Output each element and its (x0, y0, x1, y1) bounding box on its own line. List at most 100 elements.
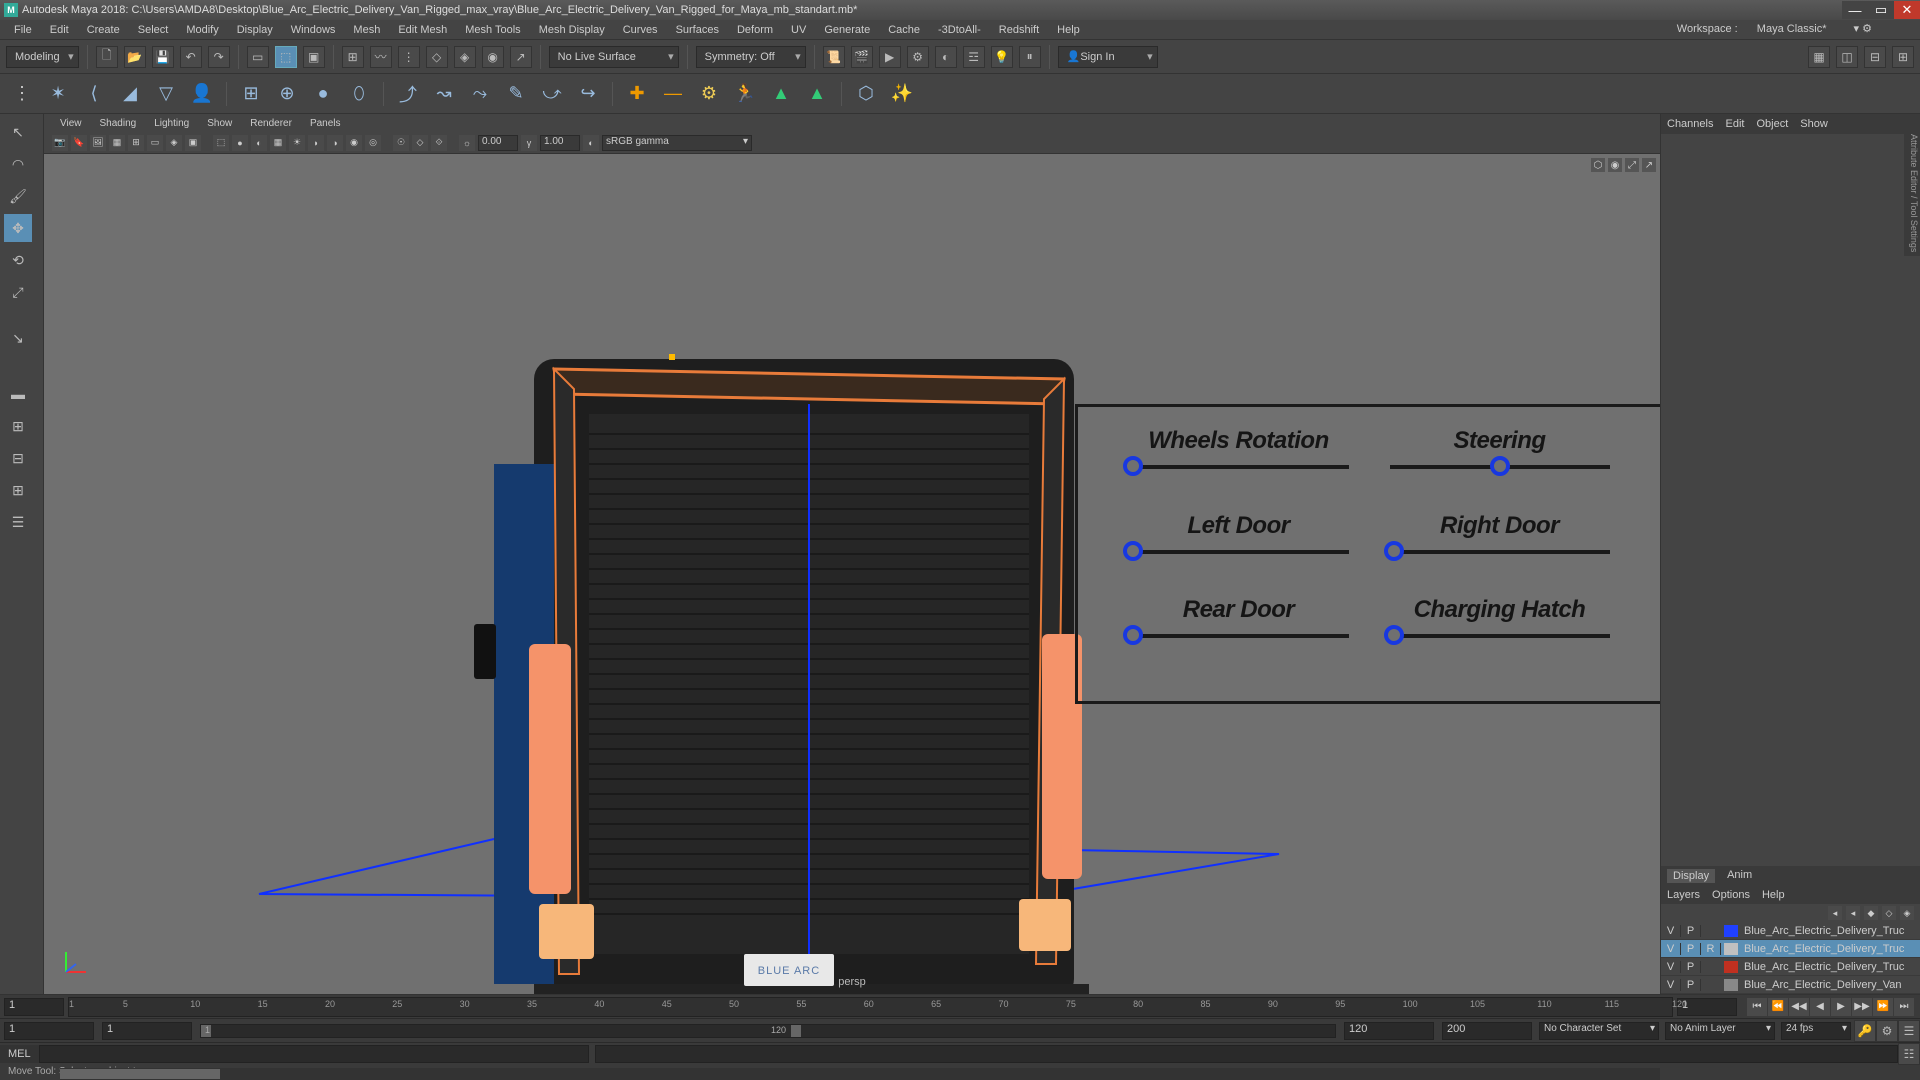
cylinder-icon[interactable]: ⬯ (345, 80, 373, 108)
vp-grid-icon[interactable]: ⊞ (128, 135, 144, 151)
layer-down-icon[interactable]: ◂ (1846, 906, 1860, 920)
vp-exposure-icon[interactable]: ☼ (459, 135, 475, 151)
range-track[interactable]: 1 120 (200, 1024, 1336, 1038)
snap-center-icon[interactable]: ◉ (482, 46, 504, 68)
step-back-key-icon[interactable]: ⏪ (1768, 998, 1788, 1016)
ctrl-steering-slider[interactable] (1390, 465, 1610, 469)
sculpt-1-icon[interactable]: ✚ (623, 80, 651, 108)
layer-row[interactable]: VPRBlue_Arc_Electric_Delivery_Truc (1661, 940, 1920, 958)
vp-shade-light-icon[interactable]: ☀ (289, 135, 305, 151)
render-settings-icon[interactable]: ⚙ (907, 46, 929, 68)
move-tool-icon[interactable]: ✥ (4, 214, 32, 242)
signin-dropdown[interactable]: 👤 Sign In (1058, 46, 1158, 68)
history-icon[interactable]: 📜 (823, 46, 845, 68)
curve-1-icon[interactable]: ⤴ (394, 80, 422, 108)
snap-point-icon[interactable]: ⋮ (398, 46, 420, 68)
vp-color-icon[interactable]: ◐ (583, 135, 599, 151)
close-button[interactable]: ✕ (1894, 1, 1920, 19)
vp-shade-flat-icon[interactable]: ◐ (251, 135, 267, 151)
menu-curves[interactable]: Curves (615, 22, 666, 38)
layer-row[interactable]: VPBlue_Arc_Electric_Delivery_Truc (1661, 958, 1920, 976)
cb-show[interactable]: Show (1800, 118, 1828, 130)
menu-meshdisplay[interactable]: Mesh Display (531, 22, 613, 38)
tool-b-icon[interactable]: ✨ (888, 80, 916, 108)
paint-select-icon[interactable]: 🖌 (4, 182, 32, 210)
symmetry-dropdown[interactable]: Symmetry: Off (696, 46, 806, 68)
autokey-icon[interactable]: 🔑 (1854, 1020, 1876, 1042)
vp-corner-1-icon[interactable]: ⬡ (1591, 158, 1605, 172)
save-scene-icon[interactable]: 💾 (152, 46, 174, 68)
layer-tab-anim[interactable]: Anim (1727, 869, 1752, 883)
layout-four-icon[interactable]: ⊞ (4, 412, 32, 440)
snap-live-icon[interactable]: ◈ (454, 46, 476, 68)
curve-2-icon[interactable]: ↝ (430, 80, 458, 108)
step-fwd-key-icon[interactable]: ⏩ (1873, 998, 1893, 1016)
scale-tool-icon[interactable]: ⤢ (4, 278, 32, 306)
range-start-input[interactable]: 1 (4, 1022, 94, 1040)
vp-xray-icon[interactable]: ◇ (412, 135, 428, 151)
vp-isolate-icon[interactable]: ☉ (393, 135, 409, 151)
vp-film-icon[interactable]: ▭ (147, 135, 163, 151)
vp-shade-dof-icon[interactable]: ◎ (365, 135, 381, 151)
layout-4-icon[interactable]: ⊞ (1892, 46, 1914, 68)
vp-menu-renderer[interactable]: Renderer (242, 117, 300, 130)
layer-row[interactable]: VPBlue_Arc_Electric_Delivery_Van (1661, 976, 1920, 994)
layout-single-icon[interactable]: ▬ (4, 380, 32, 408)
vp-shade-shadow-icon[interactable]: ◗ (308, 135, 324, 151)
snap-plane-icon[interactable]: ◇ (426, 46, 448, 68)
vp-gamma-input[interactable]: 1.00 (540, 135, 580, 151)
layout-3-icon[interactable]: ⊟ (1864, 46, 1886, 68)
live-surface-dropdown[interactable]: No Live Surface (549, 46, 679, 68)
curve-4-icon[interactable]: ✎ (502, 80, 530, 108)
menu-meshtools[interactable]: Mesh Tools (457, 22, 528, 38)
menu-select[interactable]: Select (130, 22, 177, 38)
vp-menu-show[interactable]: Show (199, 117, 240, 130)
anim-layer-dropdown[interactable]: No Anim Layer (1665, 1022, 1775, 1040)
vp-shade-wire-icon[interactable]: ⬚ (213, 135, 229, 151)
lasso-tool-icon[interactable]: ◠ (4, 150, 32, 178)
vp-bookmark-icon[interactable]: 🔖 (71, 135, 87, 151)
sculpt-2-icon[interactable]: — (659, 80, 687, 108)
sel-face-icon[interactable]: ◢ (116, 80, 144, 108)
vp-exposure-input[interactable]: 0.00 (478, 135, 518, 151)
undo-icon[interactable]: ↶ (180, 46, 202, 68)
sculpt-3-icon[interactable]: ⚙ (695, 80, 723, 108)
go-end-icon[interactable]: ⏭ (1894, 998, 1914, 1016)
menu-redshift[interactable]: Redshift (991, 22, 1047, 38)
ctrl-rightdoor-slider[interactable] (1390, 550, 1610, 554)
pause-icon[interactable]: ⏸ (1019, 46, 1041, 68)
vp-xjoint-icon[interactable]: ⟐ (431, 135, 447, 151)
menu-cache[interactable]: Cache (880, 22, 928, 38)
attribute-editor-tab[interactable]: Attribute Editor / Tool Settings (1904, 130, 1920, 256)
ctrl-charging-slider[interactable] (1390, 634, 1610, 638)
cb-edit[interactable]: Edit (1725, 118, 1744, 130)
vp-corner-2-icon[interactable]: ◉ (1608, 158, 1622, 172)
ctrl-wheels-slider[interactable] (1129, 465, 1349, 469)
layer-up-icon[interactable]: ◂ (1828, 906, 1842, 920)
minimize-button[interactable]: — (1842, 1, 1868, 19)
vp-menu-view[interactable]: View (52, 117, 90, 130)
sel-object-icon[interactable]: 👤 (188, 80, 216, 108)
workspace-selector[interactable]: Workspace : Maya Classic* ▾ ⚙ (1669, 22, 1880, 35)
select-tool-icon[interactable]: ↖ (4, 118, 32, 146)
vp-2d-icon[interactable]: ▦ (109, 135, 125, 151)
vp-colorspace-dropdown[interactable]: sRGB gamma (602, 135, 752, 151)
layout-two-icon[interactable]: ⊟ (4, 444, 32, 472)
light-editor-icon[interactable]: 💡 (991, 46, 1013, 68)
vp-menu-shading[interactable]: Shading (92, 117, 145, 130)
menu-display[interactable]: Display (229, 22, 281, 38)
vp-shade-smooth-icon[interactable]: ● (232, 135, 248, 151)
cb-object[interactable]: Object (1756, 118, 1788, 130)
range-playend-input[interactable]: 120 (1344, 1022, 1434, 1040)
sphere-wire-icon[interactable]: ⊕ (273, 80, 301, 108)
vp-shade-tex-icon[interactable]: ▦ (270, 135, 286, 151)
sphere-shaded-icon[interactable]: ● (309, 80, 337, 108)
vp-corner-4-icon[interactable]: ↗ (1642, 158, 1656, 172)
vp-camera-icon[interactable]: 📷 (52, 135, 68, 151)
vp-res-icon[interactable]: ▣ (185, 135, 201, 151)
menu-deform[interactable]: Deform (729, 22, 781, 38)
render-setup-icon[interactable]: ☲ (963, 46, 985, 68)
layer-new-icon[interactable]: ◈ (1900, 906, 1914, 920)
vp-corner-3-icon[interactable]: ⤢ (1625, 158, 1639, 172)
play-back-icon[interactable]: ◀ (1810, 998, 1830, 1016)
